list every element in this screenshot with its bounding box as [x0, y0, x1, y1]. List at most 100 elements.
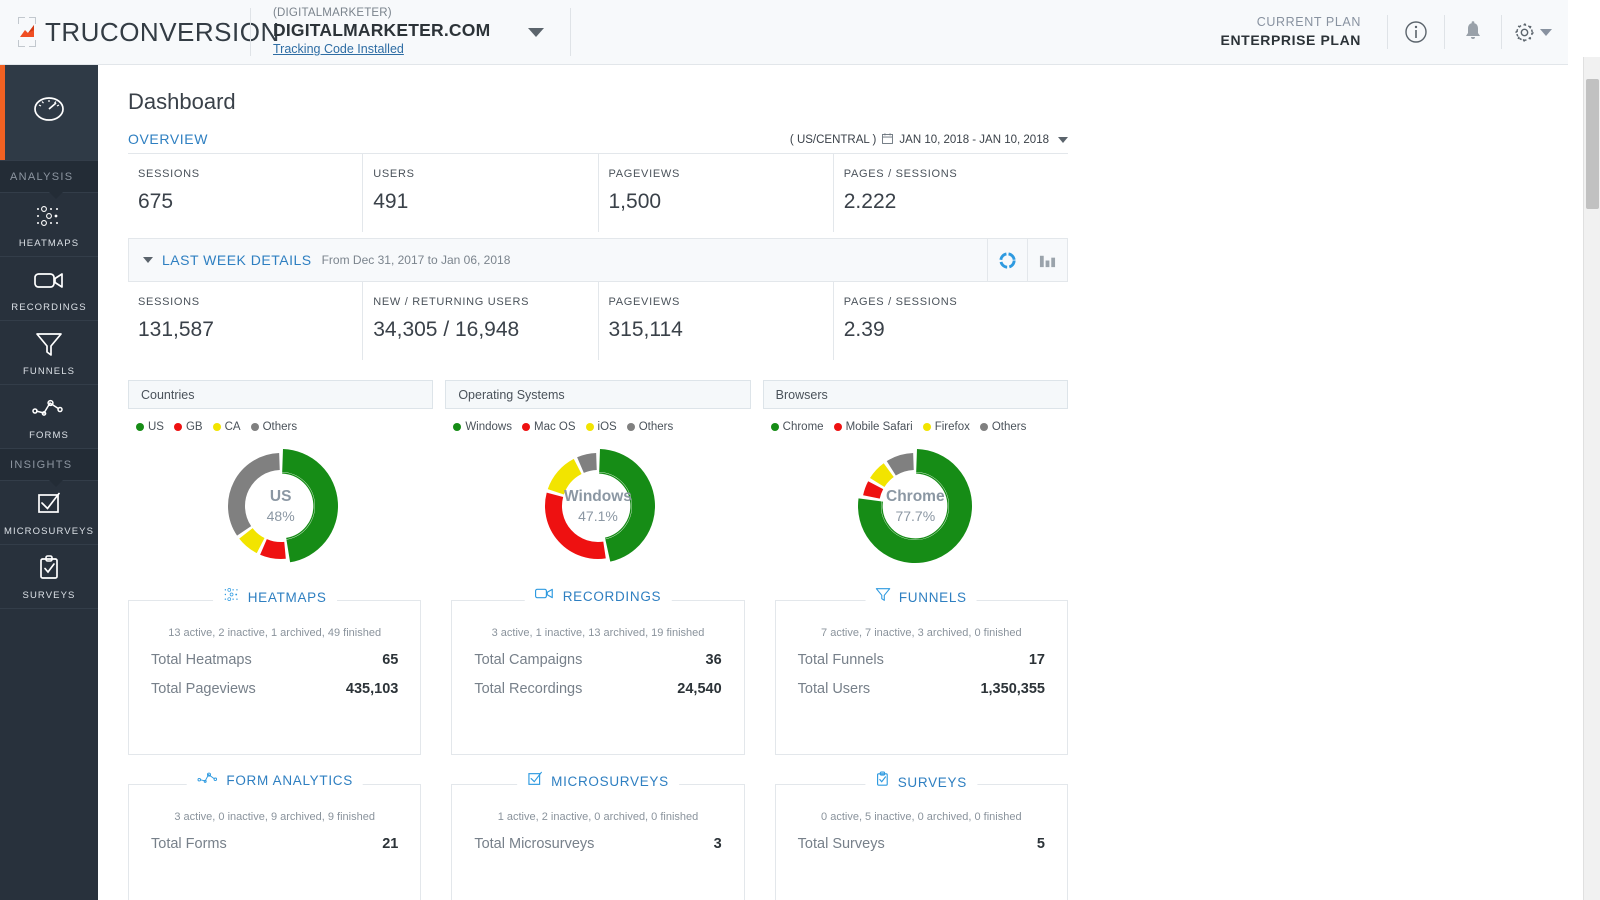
sidebar-item-label: SURVEYS [23, 590, 76, 601]
legend-item[interactable]: Others [627, 421, 674, 433]
chevron-down-icon[interactable] [1540, 29, 1552, 36]
donut-segment[interactable] [553, 495, 604, 551]
sidebar-item-dashboard[interactable] [0, 65, 98, 161]
legend-dot-icon [586, 423, 594, 431]
card-subtitle: 0 active, 5 inactive, 0 archived, 0 fini… [798, 811, 1045, 823]
donut-segment[interactable] [556, 466, 578, 491]
legend-label: Others [992, 421, 1027, 433]
legend-label: Firefox [935, 421, 970, 433]
sidebar-item-label: FUNNELS [23, 366, 75, 377]
legend-dot-icon [453, 423, 461, 431]
overview-header: OVERVIEW ( US/CENTRAL ) JAN 10, 2018 - J… [128, 131, 1068, 154]
card-line-key: Total Recordings [474, 681, 582, 697]
sidebar-item-surveys[interactable]: SURVEYS [0, 545, 98, 609]
card-form-analytics[interactable]: FORM ANALYTICS 3 active, 0 inactive, 9 a… [128, 771, 421, 900]
overview-stats: SESSIONS 675 USERS 491 PAGEVIEWS 1,500 P… [128, 154, 1068, 232]
tracking-code-link[interactable]: Tracking Code Installed [273, 42, 490, 58]
legend-item[interactable]: Windows [453, 421, 512, 433]
heatmap-dots-icon [223, 587, 240, 607]
tab-browsers[interactable]: Browsers [763, 380, 1068, 409]
card-title-text: HEATMAPS [248, 590, 327, 605]
donut-chart-icon[interactable] [987, 239, 1027, 281]
legend-label: Chrome [783, 421, 824, 433]
page-title: Dashboard [98, 65, 1568, 115]
donut-segment[interactable] [580, 462, 596, 466]
last-week-details-bar[interactable]: LAST WEEK DETAILS From Dec 31, 2017 to J… [128, 238, 1068, 282]
brand[interactable]: TRUCONVERSION [0, 17, 250, 48]
card-heatmaps[interactable]: HEATMAPS 13 active, 2 inactive, 1 archiv… [128, 587, 421, 755]
info-icon[interactable] [1388, 0, 1444, 65]
truconversion-logo-icon [18, 17, 36, 47]
card-line-value: 1,350,355 [980, 681, 1045, 697]
legend-item[interactable]: iOS [586, 421, 617, 433]
vertical-scrollbar[interactable] [1583, 57, 1600, 900]
legend-item[interactable]: US [136, 421, 164, 433]
stat-label: NEW / RETURNING USERS [373, 296, 597, 308]
sidebar-item-heatmaps[interactable]: HEATMAPS [0, 193, 98, 257]
stat-value: 131,587 [138, 318, 362, 342]
legend-item[interactable]: Mac OS [522, 421, 576, 433]
legend-item[interactable]: Others [251, 421, 298, 433]
donut-segment[interactable] [872, 485, 876, 497]
card-funnels[interactable]: FUNNELS 7 active, 7 inactive, 3 archived… [775, 587, 1068, 755]
bell-icon[interactable] [1445, 0, 1501, 65]
tab-countries[interactable]: Countries [128, 380, 433, 409]
site-selector[interactable]: (DIGITALMARKETER) DIGITALMARKETER.COM Tr… [251, 6, 544, 58]
legend-item[interactable]: Firefox [923, 421, 970, 433]
card-line: Total Surveys 5 [798, 836, 1045, 852]
card-line-value: 65 [382, 652, 398, 668]
card-title-text: MICROSURVEYS [551, 774, 669, 789]
sidebar-item-funnels[interactable]: FUNNELS [0, 321, 98, 385]
card-line-key: Total Surveys [798, 836, 885, 852]
card-line-key: Total Heatmaps [151, 652, 252, 668]
donut-segment[interactable] [892, 462, 914, 469]
stat-label: SESSIONS [138, 168, 362, 180]
current-plan: CURRENT PLAN ENTERPRISE PLAN [1221, 14, 1387, 50]
stat-value: 2.222 [844, 190, 1068, 214]
legend-item[interactable]: Others [980, 421, 1027, 433]
sidebar-item-recordings[interactable]: RECORDINGS [0, 257, 98, 321]
chevron-down-icon[interactable] [528, 28, 544, 37]
card-subtitle: 1 active, 2 inactive, 0 archived, 0 fini… [474, 811, 721, 823]
tab-operating-systems[interactable]: Operating Systems [445, 380, 750, 409]
bar-chart-icon[interactable] [1027, 239, 1067, 281]
card-surveys[interactable]: SURVEYS 0 active, 5 inactive, 0 archived… [775, 771, 1068, 900]
card-title: FUNNELS [866, 587, 977, 607]
lw-stat-pages-per-session: PAGES / SESSIONS 2.39 [834, 282, 1068, 360]
stat-users: USERS 491 [363, 154, 598, 232]
donut-segment[interactable] [878, 470, 890, 482]
sidebar-item-forms[interactable]: FORMS [0, 385, 98, 449]
card-recordings[interactable]: RECORDINGS 3 active, 1 inactive, 13 arch… [451, 587, 744, 755]
legend-item[interactable]: Chrome [771, 421, 824, 433]
stat-value: 315,114 [609, 318, 833, 342]
overview-label: OVERVIEW [128, 131, 208, 147]
stat-label: USERS [373, 168, 597, 180]
breakdown-tabs: Countries Operating Systems Browsers [128, 380, 1068, 409]
scrollbar-thumb[interactable] [1586, 79, 1599, 209]
card-line-key: Total Campaigns [474, 652, 582, 668]
card-title: MICROSURVEYS [517, 771, 679, 792]
caret-down-icon[interactable] [143, 257, 153, 263]
legend-item[interactable]: GB [174, 421, 203, 433]
legend-dot-icon [522, 423, 530, 431]
right-gutter [1568, 0, 1583, 900]
date-range-picker[interactable]: ( US/CENTRAL ) JAN 10, 2018 - JAN 10, 20… [790, 133, 1068, 147]
divider [570, 8, 571, 56]
heatmap-dots-icon [33, 201, 65, 231]
main-content: Dashboard OVERVIEW ( US/CENTRAL ) JAN 10… [98, 65, 1568, 900]
card-title-text: FUNNELS [899, 590, 967, 605]
donut-segment[interactable] [263, 547, 285, 551]
legend-item[interactable]: Mobile Safari [834, 421, 913, 433]
donut-segment[interactable] [236, 462, 279, 531]
donut-segment[interactable] [246, 533, 261, 545]
card-subtitle: 3 active, 1 inactive, 13 archived, 19 fi… [474, 627, 721, 639]
sidebar-item-microsurveys[interactable]: MICROSURVEYS [0, 481, 98, 545]
legend-item[interactable]: CA [213, 421, 241, 433]
card-line-value: 21 [382, 836, 398, 852]
legend-2: Chrome Mobile Safari Firefox Others [763, 421, 1068, 433]
chevron-down-icon[interactable] [1058, 137, 1068, 143]
site-name-label: DIGITALMARKETER.COM [273, 20, 490, 42]
card-subtitle: 7 active, 7 inactive, 3 archived, 0 fini… [798, 627, 1045, 639]
legend-dot-icon [923, 423, 931, 431]
card-microsurveys[interactable]: MICROSURVEYS 1 active, 2 inactive, 0 arc… [451, 771, 744, 900]
